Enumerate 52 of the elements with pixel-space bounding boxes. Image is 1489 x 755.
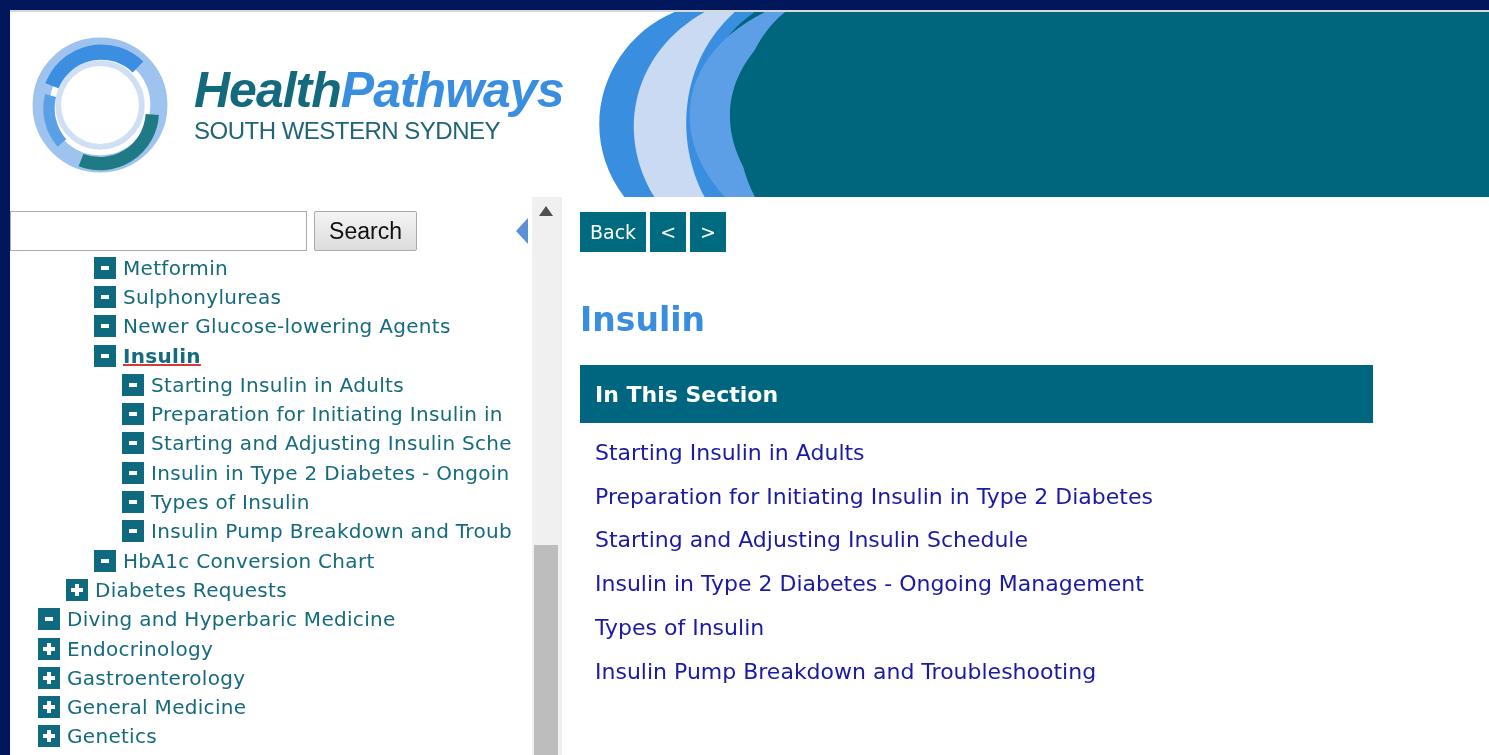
collapse-icon[interactable] [516, 218, 528, 244]
expand-icon[interactable] [38, 725, 60, 748]
collapse-icon[interactable] [94, 549, 116, 572]
expand-icon[interactable] [38, 666, 60, 689]
tree-link[interactable]: Diabetes Requests [95, 577, 287, 602]
search-field[interactable] [10, 211, 307, 251]
tree-link[interactable]: Gastroenterology [67, 665, 246, 690]
tree-link[interactable]: General Medicine [67, 695, 247, 720]
collapse-icon[interactable] [94, 344, 116, 367]
section-link[interactable]: Insulin Pump Breakdown and Troubleshooting [595, 649, 1097, 694]
page-title: Insulin [580, 300, 707, 339]
section-link[interactable]: Insulin in Type 2 Diabetes - Ongoing Management [595, 562, 1144, 606]
collapse-icon[interactable] [122, 403, 144, 426]
tree-link[interactable]: Insulin [123, 343, 201, 368]
logo-subtitle: SOUTH WESTERN SYDNEY [194, 116, 501, 145]
tree-link[interactable]: Sulphonylureas [123, 284, 282, 309]
tree-link[interactable]: Insulin in Type 2 Diabetes - Ongoin [151, 460, 510, 485]
expand-icon[interactable] [66, 578, 88, 601]
collapse-icon[interactable] [122, 461, 144, 484]
tree-link[interactable]: Insulin Pump Breakdown and Troub [151, 519, 512, 544]
tree-link[interactable]: Metformin [123, 255, 228, 280]
search-button[interactable]: Search [314, 211, 417, 251]
scroll-up-icon[interactable] [539, 206, 553, 216]
collapse-icon[interactable] [122, 520, 144, 543]
section-header: In This Section [580, 365, 1373, 423]
collapse-icon[interactable] [94, 256, 116, 279]
tree-link[interactable]: HbA1c Conversion Chart [123, 548, 375, 573]
tree-link[interactable]: Diving and Hyperbaric Medicine [67, 607, 396, 632]
logo-wordmark: HealthPathways [194, 64, 564, 117]
tree-link[interactable]: Starting and Adjusting Insulin Sche [151, 431, 512, 456]
tree-link[interactable]: Types of Insulin [151, 490, 310, 514]
tree-link[interactable]: Endocrinology [67, 636, 214, 661]
collapse-icon[interactable] [122, 432, 144, 455]
section-link[interactable]: Starting and Adjusting Insulin Schedule [595, 518, 1029, 563]
expand-icon[interactable] [38, 696, 60, 719]
section-link[interactable]: Types of Insulin [595, 605, 765, 650]
expand-icon[interactable] [38, 637, 60, 660]
collapse-icon[interactable] [94, 315, 116, 338]
scrollbar-thumb[interactable] [534, 545, 558, 755]
back-button[interactable]: Back [580, 212, 647, 252]
previous-button[interactable]: < [650, 212, 687, 252]
tree-link[interactable]: Preparation for Initiating Insulin in [151, 402, 503, 427]
collapse-icon[interactable] [94, 285, 116, 308]
tree-link[interactable]: Starting Insulin in Adults [151, 372, 404, 397]
tree-link[interactable]: Newer Glucose-lowering Agents [123, 314, 451, 339]
collapse-icon[interactable] [38, 608, 60, 631]
section-link[interactable]: Preparation for Initiating Insulin in Type 2 Diabetes [595, 474, 1153, 519]
collapse-icon[interactable] [122, 491, 144, 513]
next-button[interactable]: > [690, 212, 726, 252]
collapse-icon[interactable] [122, 373, 144, 396]
tree-link[interactable]: Genetics [67, 724, 157, 749]
section-link[interactable]: Starting Insulin in Adults [595, 431, 865, 475]
